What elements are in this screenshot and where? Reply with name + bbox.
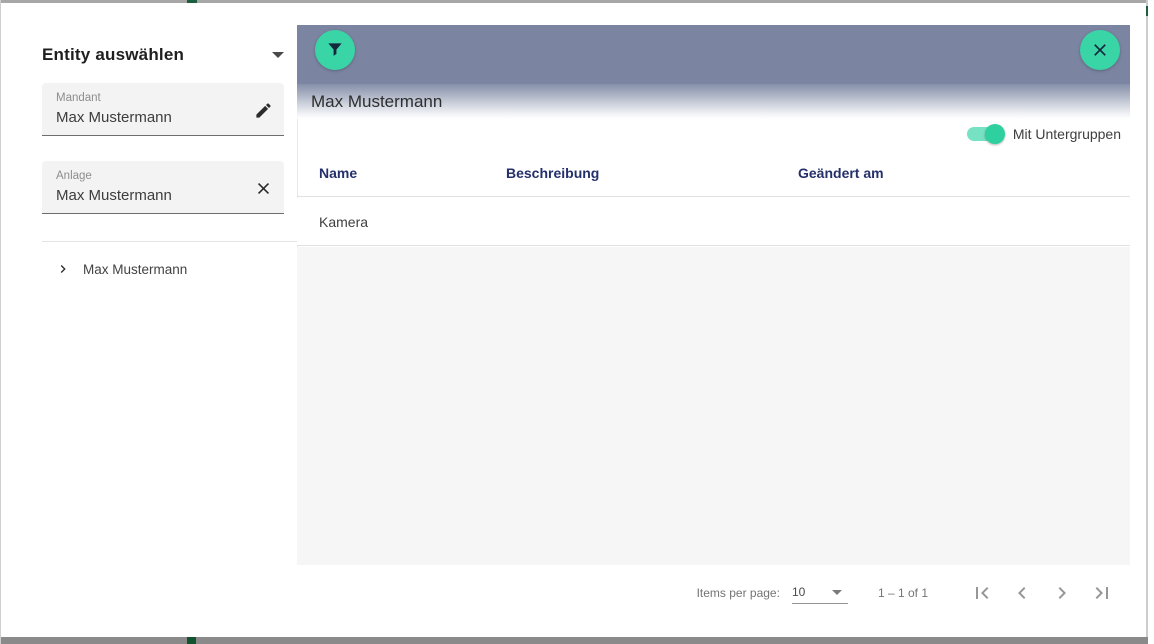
column-header-beschreibung: Beschreibung	[506, 165, 798, 181]
anlage-field-value: Max Mustermann	[56, 186, 240, 206]
panel-header-bar	[297, 25, 1130, 84]
table-row[interactable]: Kamera	[297, 198, 1130, 246]
mandant-field-label: Mandant	[56, 91, 240, 105]
clear-x-icon	[254, 179, 273, 198]
panel-title: Max Mustermann	[311, 92, 442, 112]
mandant-field-value: Max Mustermann	[56, 108, 240, 128]
untergruppen-toggle-label: Mit Untergruppen	[1013, 126, 1121, 142]
close-x-icon	[1090, 40, 1110, 60]
bottom-scrollbar-thumb[interactable]	[187, 637, 196, 644]
edit-pencil-icon	[254, 101, 273, 120]
sidebar-header: Entity auswählen	[42, 43, 284, 67]
chevron-right-icon	[1050, 581, 1074, 605]
tree-item-max-mustermann[interactable]: Max Mustermann	[42, 255, 284, 283]
sidebar: Entity auswählen Mandant Max Mustermann …	[2, 3, 297, 637]
page-size-value: 10	[792, 585, 805, 599]
anlage-field-label: Anlage	[56, 169, 240, 183]
right-scrollbar[interactable]	[1146, 0, 1148, 637]
column-header-geaendert-am: Geändert am	[798, 165, 1130, 181]
filter-funnel-icon	[325, 40, 345, 60]
panel-title-band: Max Mustermann	[297, 84, 1130, 119]
chevron-left-icon	[1010, 581, 1034, 605]
last-page-icon	[1090, 581, 1114, 605]
toggle-knob[interactable]	[985, 124, 1005, 144]
column-header-name: Name	[319, 165, 506, 181]
page-range-label: 1 – 1 of 1	[878, 586, 928, 600]
tree-item-label: Max Mustermann	[83, 262, 187, 277]
table-empty-area	[297, 247, 1130, 565]
untergruppen-toggle[interactable]	[967, 127, 1003, 141]
cell-name: Kamera	[319, 214, 506, 230]
mandant-edit-button[interactable]	[250, 97, 276, 123]
sidebar-title: Entity auswählen	[42, 45, 184, 65]
collapse-caret-icon[interactable]	[272, 52, 284, 58]
page-size-select[interactable]: 10	[792, 582, 848, 604]
table-header-row: Name Beschreibung Geändert am	[297, 149, 1130, 197]
paginator: Items per page: 10 1 – 1 of 1	[297, 565, 1130, 620]
filter-button[interactable]	[315, 30, 355, 70]
toggle-row: Mit Untergruppen	[297, 119, 1130, 149]
mandant-field[interactable]: Mandant Max Mustermann	[42, 83, 284, 136]
last-page-button[interactable]	[1082, 573, 1122, 613]
chevron-right-icon[interactable]	[55, 261, 71, 277]
results-panel: Max Mustermann Mit Untergruppen Name Bes…	[297, 3, 1130, 637]
right-scrollbar-thumb[interactable]	[1146, 6, 1148, 16]
arrow-drop-down-icon	[832, 590, 842, 595]
previous-page-button[interactable]	[1002, 573, 1042, 613]
anlage-clear-button[interactable]	[250, 175, 276, 201]
entity-picker-window: Entity auswählen Mandant Max Mustermann …	[0, 0, 1154, 644]
close-button[interactable]	[1080, 30, 1120, 70]
next-page-button[interactable]	[1042, 573, 1082, 613]
first-page-button[interactable]	[962, 573, 1002, 613]
items-per-page-label: Items per page:	[697, 586, 780, 600]
sidebar-divider	[42, 241, 297, 242]
bottom-scrollbar[interactable]	[1, 637, 1148, 644]
anlage-field[interactable]: Anlage Max Mustermann	[42, 161, 284, 214]
first-page-icon	[970, 581, 994, 605]
